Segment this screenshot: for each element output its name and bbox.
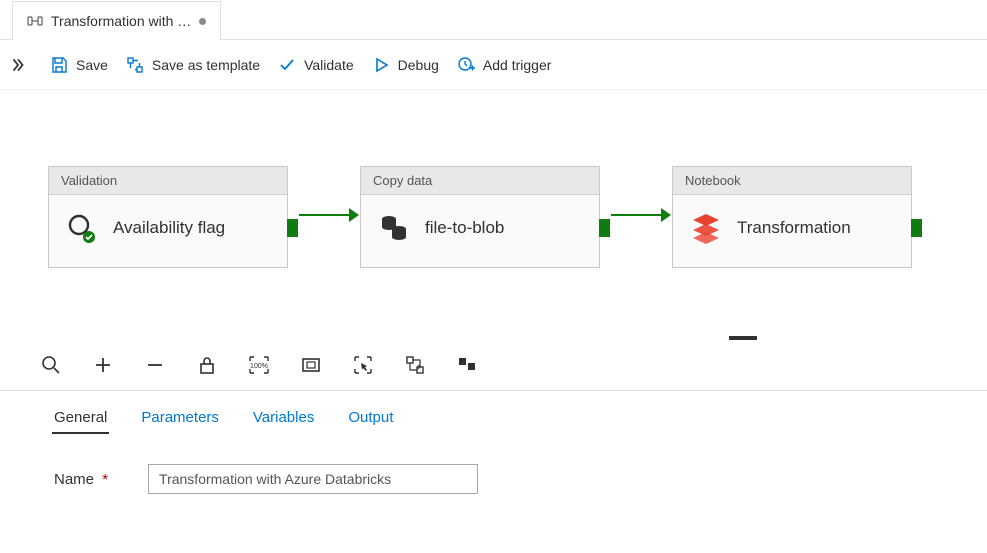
action-toolbar: Save Save as template Validate Debug Add…	[0, 40, 987, 90]
activity-notebook[interactable]: Notebook Transformation	[672, 166, 912, 268]
svg-text:100%: 100%	[250, 363, 268, 370]
template-icon	[126, 56, 144, 74]
debug-button[interactable]: Debug	[372, 56, 439, 74]
activity-type-label: Validation	[49, 167, 287, 195]
canvas-toolbar: 100%	[0, 340, 987, 390]
zoom-in-button[interactable]	[92, 354, 114, 376]
panel-resize-handle[interactable]	[729, 336, 757, 340]
tab-parameters[interactable]: Parameters	[139, 403, 221, 434]
connector	[611, 214, 661, 216]
save-button[interactable]: Save	[50, 56, 108, 74]
activity-type-label: Notebook	[673, 167, 911, 195]
activity-title: file-to-blob	[425, 218, 504, 238]
pipeline-canvas[interactable]: Validation Availability flag Copy data	[0, 90, 987, 390]
add-trigger-button[interactable]: Add trigger	[457, 56, 551, 74]
name-row: Name *	[0, 434, 987, 494]
pipeline-icon	[27, 13, 43, 29]
success-port[interactable]	[287, 219, 298, 237]
zoom-out-button[interactable]	[144, 354, 166, 376]
unsaved-indicator-icon	[199, 18, 206, 25]
arrow-icon	[661, 208, 671, 222]
activity-title: Availability flag	[113, 218, 225, 238]
check-icon	[278, 56, 296, 74]
play-icon	[372, 56, 390, 74]
auto-layout-button[interactable]	[404, 354, 426, 376]
activity-copy-data[interactable]: Copy data file-to-blob	[360, 166, 600, 268]
tab-output[interactable]: Output	[346, 403, 395, 434]
name-label: Name *	[54, 471, 108, 488]
detail-tabs: General Parameters Variables Output	[0, 390, 987, 434]
save-icon	[50, 56, 68, 74]
lock-button[interactable]	[196, 354, 218, 376]
magnifier-icon	[65, 211, 99, 245]
database-copy-icon	[377, 211, 411, 245]
activity-type-label: Copy data	[361, 167, 599, 195]
save-as-template-button[interactable]: Save as template	[126, 56, 260, 74]
arrow-icon	[349, 208, 359, 222]
validate-button[interactable]: Validate	[278, 56, 354, 74]
connector	[299, 214, 349, 216]
zoom-100-button[interactable]: 100%	[248, 354, 270, 376]
trigger-icon	[457, 56, 475, 74]
search-canvas-button[interactable]	[40, 354, 62, 376]
success-port[interactable]	[599, 219, 610, 237]
select-area-button[interactable]	[352, 354, 374, 376]
tab-variables[interactable]: Variables	[251, 403, 316, 434]
required-indicator: *	[102, 471, 108, 488]
activity-validation[interactable]: Validation Availability flag	[48, 166, 288, 268]
activity-title: Transformation	[737, 218, 851, 238]
editor-tabbar: Transformation with …	[0, 0, 987, 40]
fit-screen-button[interactable]	[300, 354, 322, 376]
expand-sidebar-button[interactable]	[0, 40, 36, 90]
tab-title: Transformation with …	[51, 13, 191, 29]
align-button[interactable]	[456, 354, 478, 376]
tab-general[interactable]: General	[52, 403, 109, 434]
pipeline-name-input[interactable]	[148, 464, 478, 494]
pipeline-tab[interactable]: Transformation with …	[12, 1, 221, 40]
databricks-icon	[689, 211, 723, 245]
success-port[interactable]	[911, 219, 922, 237]
